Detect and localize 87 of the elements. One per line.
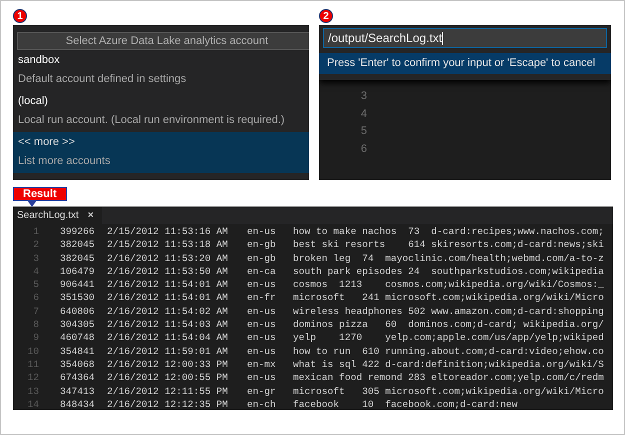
line-number: 13 xyxy=(26,384,39,398)
line-number: 7 xyxy=(32,304,39,318)
code-text: how to run 610 running.about.com;d-card:video;ehow.co xyxy=(293,344,604,358)
code-text: 2/16/2012 11:54:04 AM xyxy=(107,331,229,345)
file-tab[interactable]: SearchLog.txt × xyxy=(13,207,102,224)
code-text: 399266 xyxy=(60,225,96,238)
code-text: en-fr xyxy=(247,291,277,305)
line-number: 1 xyxy=(32,225,39,238)
code-text: best ski resorts 614 skiresorts.com;d-card:news;ski xyxy=(293,238,604,252)
line-number: 9 xyxy=(32,331,39,345)
code-text: what is sql 422 d-card:definition;wikipedia.org/wiki/S xyxy=(293,358,604,372)
code-text: en-gb xyxy=(247,252,277,265)
code-text: cosmos 1213 cosmos.com;wikipedia.org/wiki/Cosmos:_ xyxy=(293,278,604,292)
code-text: 351530 xyxy=(60,291,96,305)
code-text: 382045 xyxy=(60,252,96,265)
code-text: 382045 xyxy=(60,238,96,252)
line-number: 3 xyxy=(360,89,367,104)
line-number: 6 xyxy=(32,291,39,305)
line-number: 5 xyxy=(32,278,39,292)
code-text: facebook 10 facebook.com;d-card:new xyxy=(293,398,518,410)
code-text: 347413 xyxy=(60,384,96,398)
code-text: 2/16/2012 11:53:20 AM xyxy=(107,252,229,265)
code-text: en-us xyxy=(247,225,277,238)
pointer-icon xyxy=(27,200,37,207)
line-number: 3 xyxy=(32,252,39,265)
line-number: 8 xyxy=(32,318,39,332)
code-text: 2/16/2012 11:54:03 AM xyxy=(107,318,229,332)
line-number: 2 xyxy=(32,238,39,252)
line-number: 14 xyxy=(26,398,39,410)
line-number: 4 xyxy=(360,106,367,122)
code-text: 906441 xyxy=(60,278,96,292)
code-text: 2/16/2012 11:59:01 AM xyxy=(107,344,229,358)
code-text: 2/16/2012 11:54:02 AM xyxy=(107,304,229,318)
code-text: 304305 xyxy=(60,318,96,332)
account-option[interactable]: << more >> List more accounts xyxy=(13,132,309,173)
code-text: mexican food remond 283 eltoreador.com;yelp.com/c/redm xyxy=(293,371,604,385)
code-text: 106479 xyxy=(60,264,96,278)
code-text: 354068 xyxy=(60,358,96,372)
code-text: dominos pizza 60 dominos.com;d-card; wikipedia.org/ xyxy=(293,318,604,332)
code-text: 2/15/2012 11:53:18 AM xyxy=(107,238,229,252)
code-text: 2/16/2012 12:12:35 PM xyxy=(107,398,229,410)
code-text: microsoft 305 microsoft.com;wikipedia.org/wiki/Micro xyxy=(293,384,604,398)
code-text: 640806 xyxy=(60,304,96,318)
code-text: en-us xyxy=(247,318,277,332)
code-text: how to make nachos 73 d-card:recipes;www.nachos.com; xyxy=(293,225,604,238)
code-text: en-ch xyxy=(247,398,277,410)
code-text: 848434 xyxy=(60,398,96,410)
code-text: 2/16/2012 11:54:01 AM xyxy=(107,278,229,292)
code-text: en-us xyxy=(247,278,277,292)
account-search-field[interactable]: Select Azure Data Lake analytics account xyxy=(17,32,309,50)
line-number: 11 xyxy=(26,358,39,372)
code-text: 2/16/2012 11:53:50 AM xyxy=(107,264,229,278)
code-text: en-us xyxy=(247,344,277,358)
code-text: 460748 xyxy=(60,331,96,345)
line-number: 6 xyxy=(360,142,367,156)
code-text: 2/15/2012 11:53:16 AM xyxy=(107,225,229,238)
code-text: 2/16/2012 12:11:55 PM xyxy=(107,384,229,398)
code-text: yelp 1270 yelp.com;apple.com/us/app/yelp;wikiped xyxy=(293,331,604,345)
step-badge: 2 xyxy=(319,9,333,23)
output-path-field[interactable]: /output/SearchLog.txt xyxy=(323,28,607,48)
tab-title: SearchLog.txt xyxy=(17,210,79,221)
code-text: 2/16/2012 12:00:55 PM xyxy=(107,371,229,385)
line-number: 5 xyxy=(360,124,367,139)
code-text: en-gb xyxy=(247,238,277,252)
code-text: en-us xyxy=(247,331,277,345)
code-text: en-mx xyxy=(247,358,277,372)
code-text: south park episodes 24 southparkstudios.com;wikipedia xyxy=(293,264,604,278)
code-text: 674364 xyxy=(60,371,96,385)
code-text: microsoft 241 microsoft.com;wikipedia.org/wiki/Micro xyxy=(293,291,604,305)
code-text: 354841 xyxy=(60,344,96,358)
prompt-message: Press 'Enter' to confirm your input or 'Escape' to cancel xyxy=(319,53,611,74)
code-text: en-us xyxy=(247,371,277,385)
account-option[interactable]: sandbox Default account defined in settings xyxy=(13,50,309,91)
code-text: en-ca xyxy=(247,264,277,278)
result-label: Result xyxy=(13,187,67,201)
line-number: 4 xyxy=(32,264,39,278)
account-option[interactable]: (local) Local run account. (Local run environment is required.) xyxy=(13,91,309,132)
code-text: 2/16/2012 12:00:33 PM xyxy=(107,358,229,372)
code-text: en-us xyxy=(247,304,277,318)
line-number: 12 xyxy=(26,371,39,385)
close-icon[interactable]: × xyxy=(88,210,94,221)
code-text: 2/16/2012 11:54:01 AM xyxy=(107,291,229,305)
code-text: en-gr xyxy=(247,384,277,398)
code-text: wireless headphones 502 www.amazon.com;d-card:shopping xyxy=(293,304,604,318)
line-number: 10 xyxy=(26,344,39,358)
code-text: broken leg 74 mayoclinic.com/health;webmd.com/a-to-z xyxy=(293,252,604,265)
step-badge: 1 xyxy=(13,9,27,23)
